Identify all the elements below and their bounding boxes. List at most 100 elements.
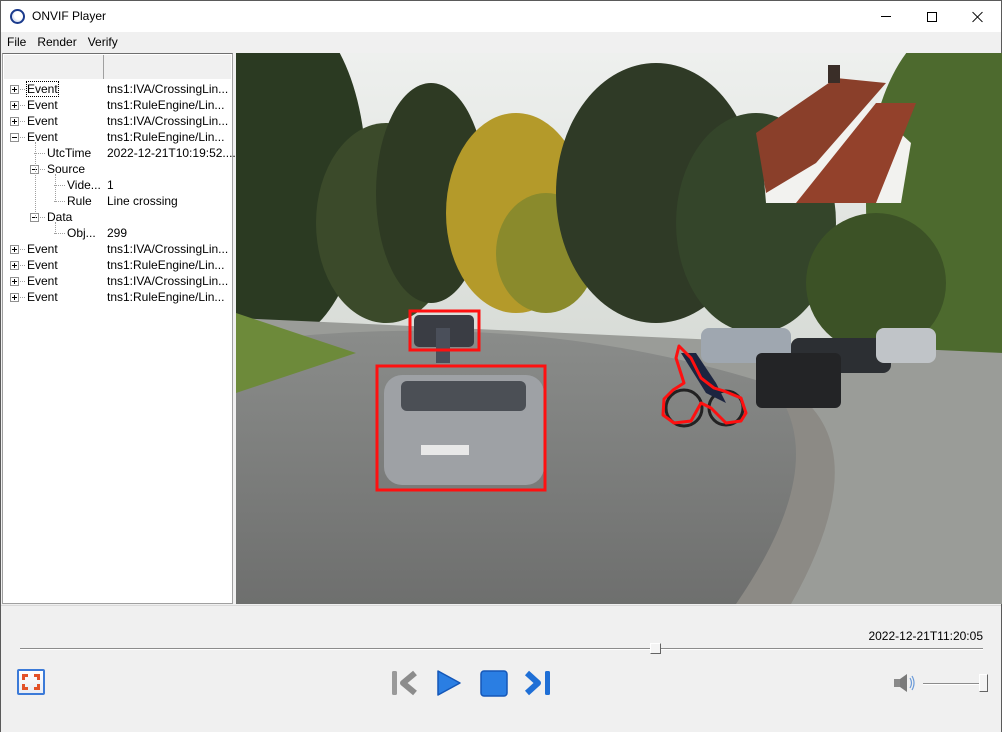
onvif-ring-icon xyxy=(10,9,25,24)
tree-connector xyxy=(20,105,25,106)
tree-row[interactable]: Event tns1:IVA/CrossingLin... xyxy=(3,273,231,289)
tree-row[interactable]: Data xyxy=(3,209,231,225)
tree-connector xyxy=(20,121,25,122)
play-icon xyxy=(437,670,461,696)
near-car xyxy=(384,375,544,485)
far-cyclist xyxy=(436,328,450,363)
tree-row[interactable]: Event tns1:RuleEngine/Lin... xyxy=(3,289,231,305)
tree-row-value: tns1:RuleEngine/Lin... xyxy=(107,98,225,112)
tree-row-value: tns1:RuleEngine/Lin... xyxy=(107,258,225,272)
tree-header xyxy=(4,55,231,79)
tree-row-name: Data xyxy=(47,210,73,224)
skip-next-button[interactable] xyxy=(523,668,553,698)
maximize-button[interactable] xyxy=(909,1,955,32)
tree-row[interactable]: Event tns1:RuleEngine/Lin... xyxy=(3,129,231,145)
playback-controls: 2022-12-21T11:20:05 xyxy=(1,605,1001,732)
skip-next-icon xyxy=(524,670,550,696)
tree-row[interactable]: Source xyxy=(3,161,231,177)
tree-row[interactable]: Event tns1:RuleEngine/Lin... xyxy=(3,257,231,273)
tree-row[interactable]: UtcTime 2022-12-21T10:19:52.... xyxy=(3,145,236,161)
expand-icon[interactable] xyxy=(10,261,19,270)
tree-row-name: Event xyxy=(27,114,58,128)
parked-car xyxy=(756,353,841,408)
minimize-button[interactable] xyxy=(863,1,909,32)
tree-row-value: 299 xyxy=(107,226,128,240)
column-header-value[interactable] xyxy=(104,55,231,79)
tree-connector xyxy=(20,249,25,250)
tree-row-name: Event xyxy=(26,81,59,97)
tree-connector xyxy=(20,265,25,266)
close-button[interactable] xyxy=(955,1,1001,32)
collapse-icon[interactable] xyxy=(10,133,19,142)
expand-icon[interactable] xyxy=(10,245,19,254)
tree-row-value: tns1:IVA/CrossingLin... xyxy=(107,274,229,288)
tree-connector xyxy=(55,174,56,202)
column-header-name[interactable] xyxy=(4,55,104,79)
volume-button[interactable] xyxy=(892,672,916,694)
stop-icon xyxy=(480,670,508,697)
onvif-player-window: ONVIF Player File Render Verify Event tns… xyxy=(0,0,1002,732)
tree-row[interactable]: Rule Line crossing xyxy=(3,193,231,209)
tree-row-name: UtcTime xyxy=(47,146,92,160)
tree-row-name: Rule xyxy=(67,194,92,208)
expand-icon[interactable] xyxy=(10,101,19,110)
tree-row[interactable]: Event tns1:IVA/CrossingLin... xyxy=(3,113,231,129)
expand-icon[interactable] xyxy=(10,293,19,302)
volume-thumb[interactable] xyxy=(979,674,988,692)
menu-file[interactable]: File xyxy=(1,32,31,52)
tree-row-name: Obj... xyxy=(67,226,96,240)
tree-row-name: Event xyxy=(27,274,58,288)
tree-row-name: Source xyxy=(47,162,86,176)
tree-row-name: Event xyxy=(27,290,58,304)
menu-render[interactable]: Render xyxy=(31,32,81,52)
tree-connector xyxy=(40,169,45,170)
tree-row[interactable]: Vide... 1 xyxy=(3,177,231,193)
tree-row-value: tns1:IVA/CrossingLin... xyxy=(107,82,229,96)
stop-button[interactable] xyxy=(479,668,509,698)
tree-row-value: 1 xyxy=(107,178,114,192)
window-title: ONVIF Player xyxy=(32,9,107,23)
skip-previous-icon xyxy=(392,670,417,696)
maximize-icon xyxy=(927,11,937,22)
tree-row[interactable]: Event tns1:IVA/CrossingLin... xyxy=(3,81,231,97)
parked-car xyxy=(876,328,936,363)
minimize-icon xyxy=(881,16,891,17)
tree-row[interactable]: Event tns1:RuleEngine/Lin... xyxy=(3,97,231,113)
tree-row-name: Event xyxy=(27,98,58,112)
close-icon xyxy=(972,11,984,23)
tree-connector xyxy=(20,281,25,282)
speaker-icon xyxy=(894,674,915,692)
menu-bar: File Render Verify xyxy=(1,32,1001,52)
title-bar[interactable]: ONVIF Player xyxy=(1,1,1001,32)
tree-connector xyxy=(20,137,25,138)
tree-row[interactable]: Event tns1:IVA/CrossingLin... xyxy=(3,241,231,257)
tree-row-value: tns1:IVA/CrossingLin... xyxy=(107,114,229,128)
video-frame xyxy=(236,53,1002,604)
event-tree[interactable]: Event tns1:IVA/CrossingLin... Event tns1:Ru… xyxy=(2,53,236,604)
expand-icon[interactable] xyxy=(10,117,19,126)
seek-bar[interactable] xyxy=(20,648,983,650)
tree-row-name: Event xyxy=(27,258,58,272)
tree-row-value: tns1:RuleEngine/Lin... xyxy=(107,130,225,144)
tree-connector xyxy=(40,217,45,218)
tree-connector xyxy=(20,89,25,90)
volume-slider[interactable] xyxy=(923,683,983,685)
tree-row-name: Event xyxy=(27,242,58,256)
expand-icon[interactable] xyxy=(10,85,19,94)
expand-icon[interactable] xyxy=(10,277,19,286)
tree-row-value: Line crossing xyxy=(107,194,178,208)
tree-row-name: Event xyxy=(27,130,58,144)
seek-thumb[interactable] xyxy=(649,643,661,654)
tree-connector xyxy=(35,142,36,218)
tree-connector xyxy=(55,222,56,234)
fit-to-window-button[interactable] xyxy=(17,669,45,695)
video-view[interactable] xyxy=(236,53,1002,604)
tree-row-value: tns1:IVA/CrossingLin... xyxy=(107,242,229,256)
tree-row-value: 2022-12-21T10:19:52.... xyxy=(107,146,236,160)
menu-verify[interactable]: Verify xyxy=(82,32,123,52)
play-button[interactable] xyxy=(433,668,463,698)
tree-row-value: tns1:RuleEngine/Lin... xyxy=(107,290,225,304)
tree-row[interactable]: Obj... 299 xyxy=(3,225,231,241)
playback-timestamp: 2022-12-21T11:20:05 xyxy=(868,629,983,643)
skip-previous-button[interactable] xyxy=(389,668,419,698)
